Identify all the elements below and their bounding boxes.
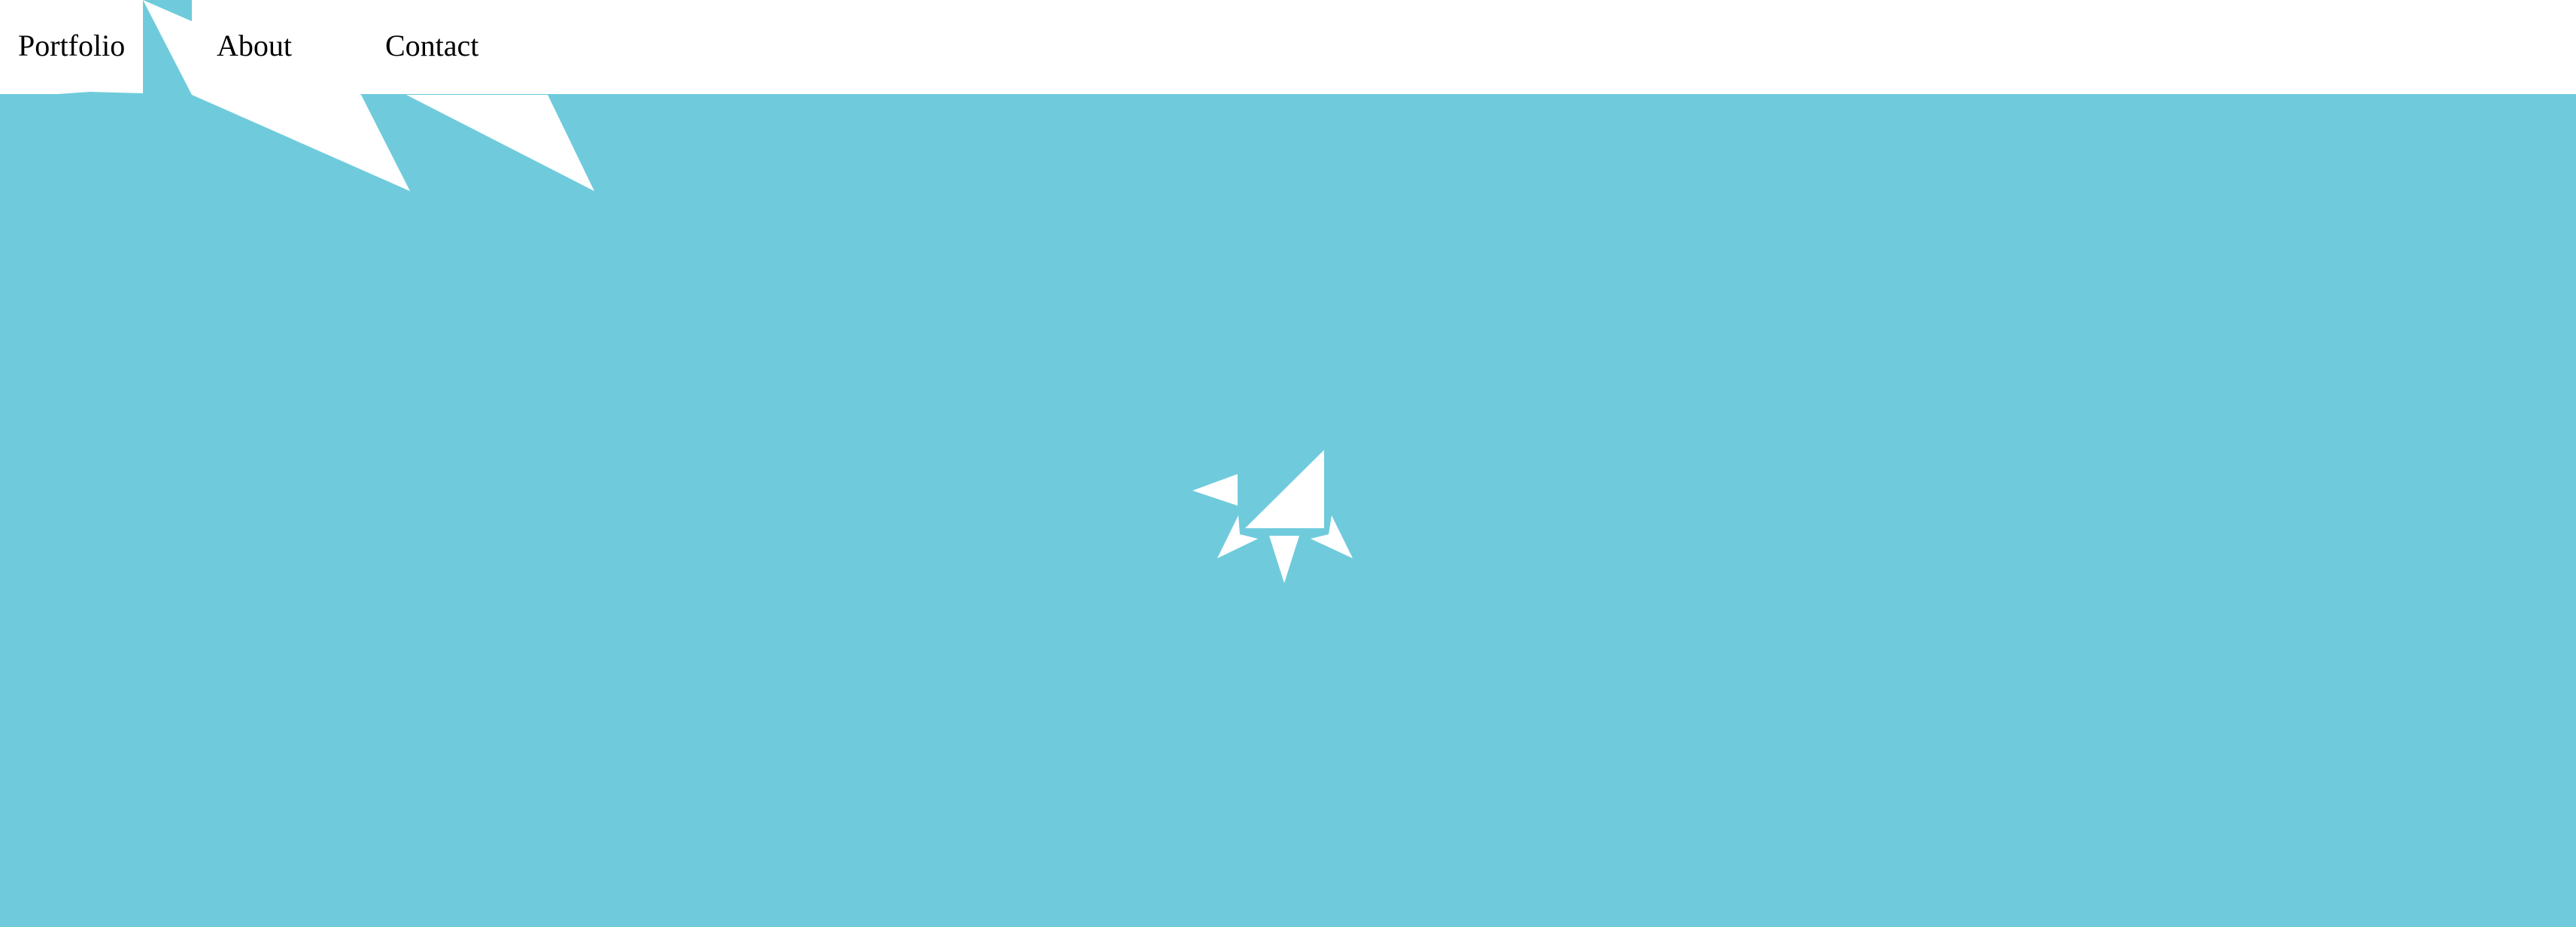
nav-link-about[interactable]: About	[217, 0, 292, 92]
origami-bird-icon	[1192, 450, 1353, 583]
nav-link-portfolio[interactable]: Portfolio	[18, 0, 125, 92]
contact-fold-shape	[361, 95, 594, 191]
nav-link-contact[interactable]: Contact	[385, 0, 478, 92]
